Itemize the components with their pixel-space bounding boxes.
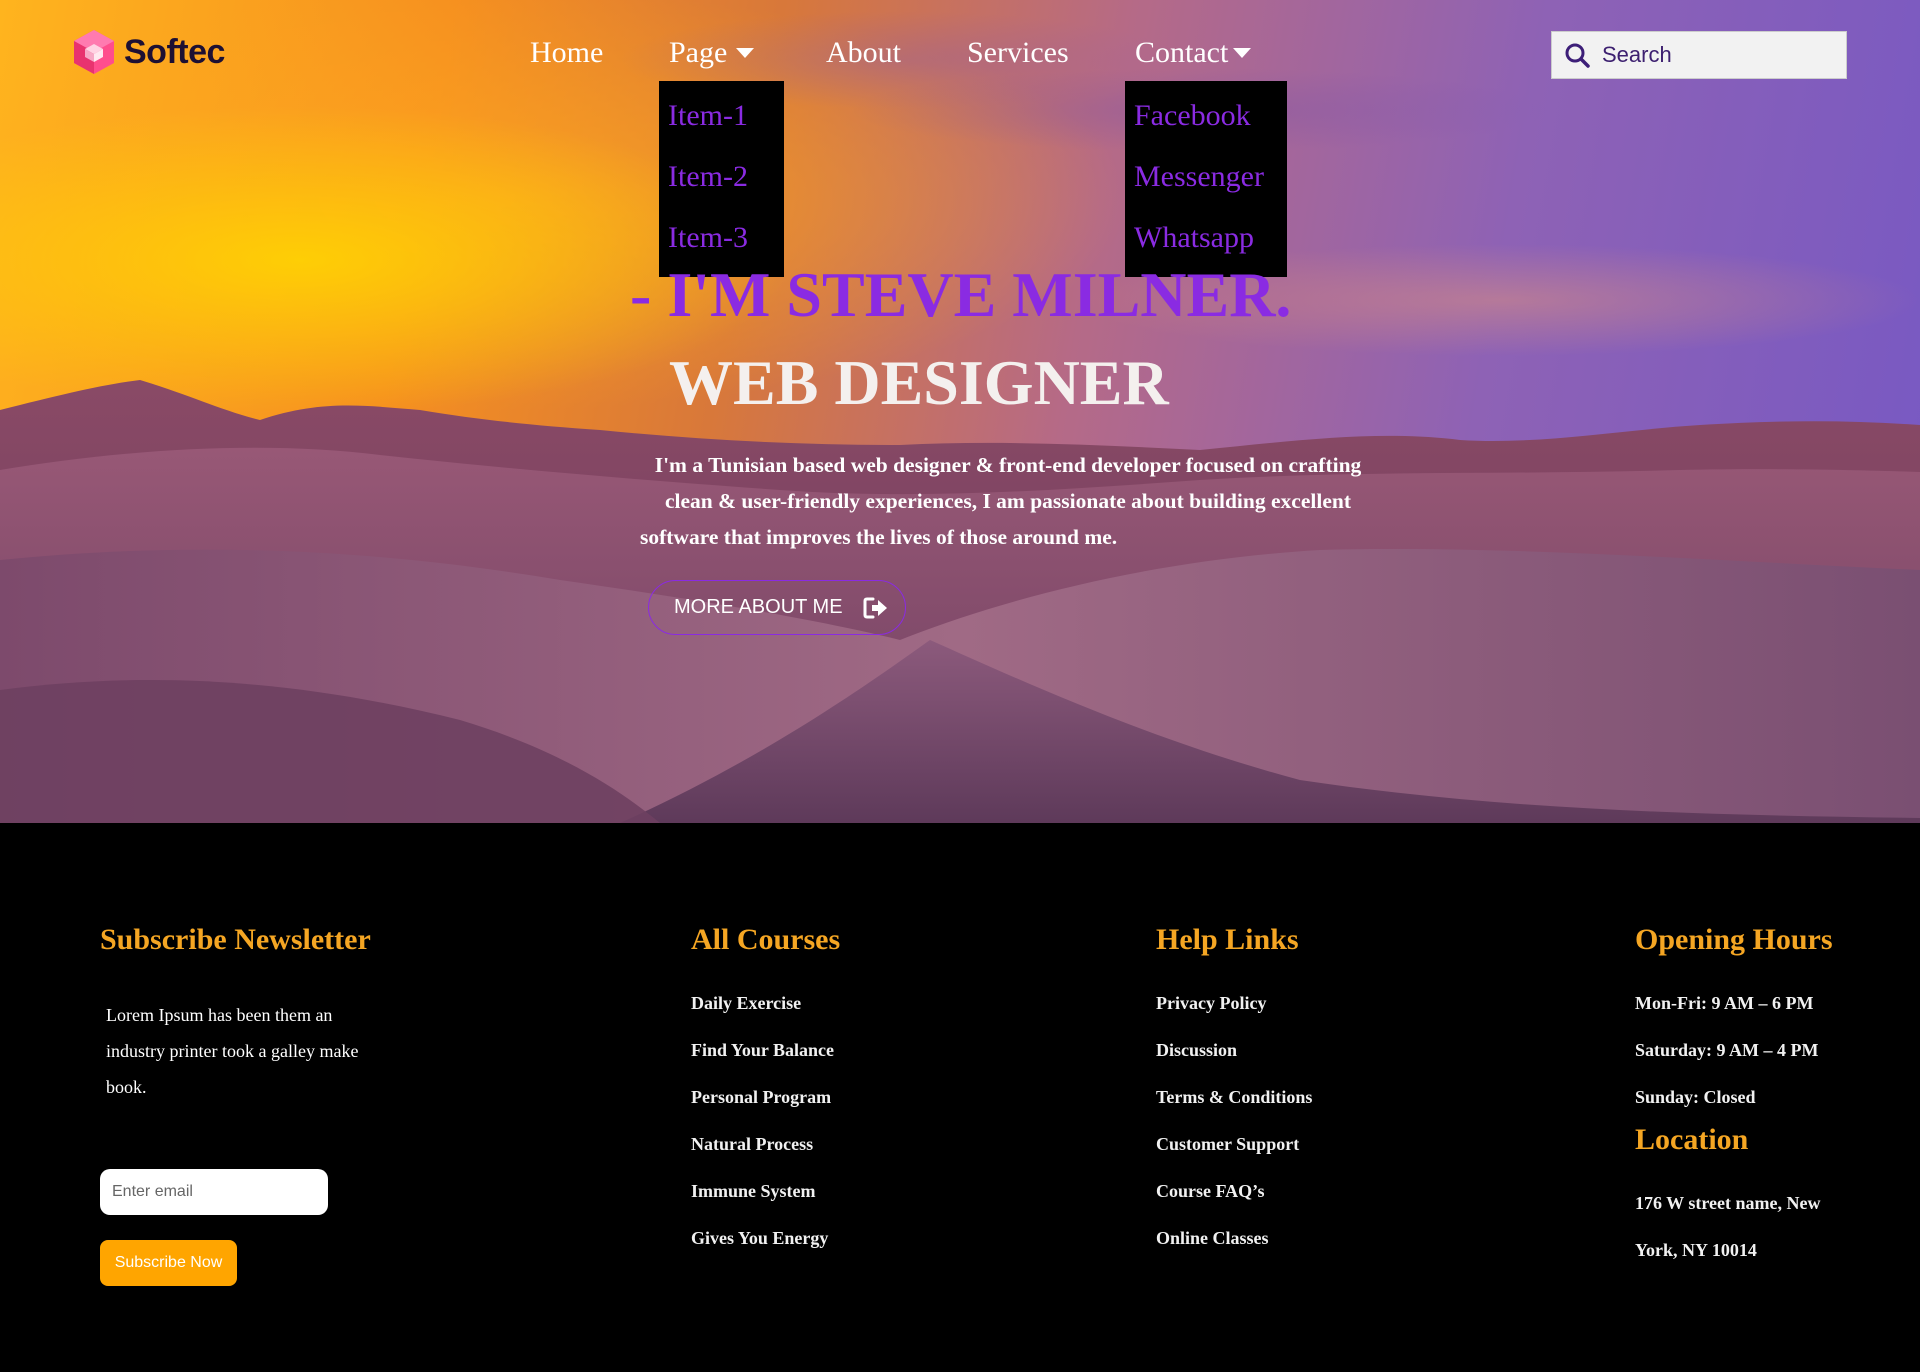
help-link[interactable]: Privacy Policy bbox=[1156, 993, 1266, 1014]
search-input[interactable] bbox=[1600, 41, 1834, 69]
newsletter-text-line: industry printer took a galley make bbox=[106, 1041, 359, 1061]
courses-title: All Courses bbox=[691, 923, 841, 956]
site-footer: Subscribe Newsletter Lorem Ipsum has bee… bbox=[0, 823, 1920, 1372]
dropdown-item-item-1[interactable]: Item-1 bbox=[659, 85, 784, 146]
nav-label: Services bbox=[967, 36, 1069, 69]
help-link[interactable]: Course FAQ’s bbox=[1156, 1181, 1264, 1202]
caret-down-icon bbox=[1233, 48, 1252, 58]
course-link[interactable]: Gives You Energy bbox=[691, 1228, 828, 1249]
newsletter-title: Subscribe Newsletter bbox=[100, 923, 371, 956]
search-icon[interactable] bbox=[1564, 42, 1590, 68]
hours-line: Mon-Fri: 9 AM – 6 PM bbox=[1635, 993, 1814, 1013]
location-title: Location bbox=[1635, 1123, 1749, 1156]
hero-subheadline: WEB DESIGNER bbox=[669, 347, 1169, 418]
sign-out-icon bbox=[863, 597, 887, 618]
dropdown-item-facebook[interactable]: Facebook bbox=[1125, 85, 1287, 146]
nav-item-page[interactable]: Page bbox=[669, 36, 755, 70]
nav-item-home[interactable]: Home bbox=[530, 36, 603, 70]
course-link[interactable]: Personal Program bbox=[691, 1087, 831, 1108]
hero-bio: I'm a Tunisian based web designer & fron… bbox=[628, 447, 1388, 555]
subscribe-button[interactable]: Subscribe Now bbox=[100, 1240, 237, 1286]
dropdown-item-item-2[interactable]: Item-2 bbox=[659, 146, 784, 207]
bio-line: I'm a Tunisian based web designer & fron… bbox=[654, 453, 1362, 477]
newsletter-description: Lorem Ipsum has been them an industry pr… bbox=[106, 997, 406, 1105]
cube-logo-icon bbox=[74, 30, 114, 74]
nav-label: Contact bbox=[1135, 36, 1229, 69]
bio-line: software that improves the lives of thos… bbox=[640, 525, 1118, 549]
course-link[interactable]: Daily Exercise bbox=[691, 993, 801, 1014]
help-links-title: Help Links bbox=[1156, 923, 1299, 956]
search-box bbox=[1551, 31, 1847, 79]
dropdown-item-messenger[interactable]: Messenger bbox=[1125, 146, 1287, 207]
page-dropdown-menu: Item-1 Item-2 Item-3 bbox=[659, 81, 784, 277]
course-link[interactable]: Natural Process bbox=[691, 1134, 813, 1155]
brand-name: Softec bbox=[124, 32, 225, 71]
opening-hours-title: Opening Hours bbox=[1635, 923, 1833, 956]
nav-item-contact[interactable]: Contact bbox=[1135, 36, 1252, 70]
nav-item-about[interactable]: About bbox=[826, 36, 901, 70]
hours-line: Sunday: Closed bbox=[1635, 1087, 1756, 1107]
nav-label: Page bbox=[669, 36, 728, 69]
more-about-me-button[interactable]: MORE ABOUT ME bbox=[648, 580, 906, 635]
nav-label: About bbox=[826, 36, 901, 69]
email-field[interactable] bbox=[100, 1169, 328, 1215]
help-link[interactable]: Terms & Conditions bbox=[1156, 1087, 1312, 1108]
hours-line: Saturday: 9 AM – 4 PM bbox=[1635, 1040, 1819, 1060]
help-link[interactable]: Online Classes bbox=[1156, 1228, 1269, 1249]
newsletter-text-line: book. bbox=[106, 1077, 147, 1097]
hero-section: Softec Home Page About Services Contact … bbox=[0, 0, 1920, 823]
contact-dropdown-menu: Facebook Messenger Whatsapp bbox=[1125, 81, 1287, 277]
nav-item-services[interactable]: Services bbox=[967, 36, 1069, 70]
address-line: York, NY 10014 bbox=[1635, 1240, 1757, 1260]
button-label: MORE ABOUT ME bbox=[674, 596, 843, 618]
bio-line: clean & user-friendly experiences, I am … bbox=[665, 489, 1351, 513]
brand-logo[interactable]: Softec bbox=[70, 28, 225, 76]
course-link[interactable]: Immune System bbox=[691, 1181, 816, 1202]
address-line: 176 W street name, New bbox=[1635, 1193, 1821, 1213]
caret-down-icon bbox=[736, 48, 755, 58]
hero-headline: - I'M STEVE MILNER. bbox=[630, 259, 1292, 330]
nav-label: Home bbox=[530, 36, 604, 69]
help-link[interactable]: Discussion bbox=[1156, 1040, 1237, 1061]
course-link[interactable]: Find Your Balance bbox=[691, 1040, 834, 1061]
newsletter-text-line: Lorem Ipsum has been them an bbox=[106, 1005, 333, 1025]
help-link[interactable]: Customer Support bbox=[1156, 1134, 1299, 1155]
